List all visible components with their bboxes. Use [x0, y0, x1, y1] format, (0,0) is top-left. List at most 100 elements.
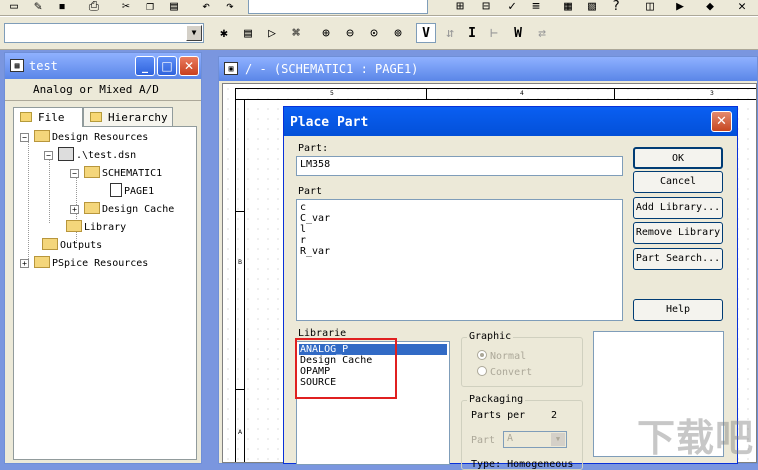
project-title: test	[29, 59, 58, 73]
back-annotate-icon[interactable]: ⊟	[476, 0, 496, 16]
undo-icon[interactable]: ↶	[196, 0, 216, 16]
schematic-title: / - (SCHEMATIC1 : PAGE1)	[245, 62, 419, 76]
open-file-icon[interactable]: ✎	[28, 0, 48, 16]
part-combo[interactable]	[248, 0, 428, 14]
remove-library-button[interactable]: Remove Library	[633, 222, 723, 244]
tab-hierarchy-label: Hierarchy	[108, 111, 168, 124]
current-marker-button[interactable]: I	[462, 23, 482, 43]
new-file-icon[interactable]: ▭	[4, 0, 24, 16]
tree-item-pspice-resources[interactable]: + PSpice Resources	[20, 255, 148, 273]
collapse-icon[interactable]: −	[70, 169, 79, 178]
drc-icon[interactable]: ✓	[502, 0, 522, 16]
add-library-button[interactable]: Add Library...	[633, 197, 723, 219]
convert-radio[interactable]: Convert	[477, 366, 532, 378]
run-sim-icon[interactable]: ▶	[670, 0, 690, 16]
tree-item-label: .\test.dsn	[76, 150, 137, 161]
zoom-all-icon[interactable]: ⊚	[388, 23, 408, 43]
main-toolbar: ▭ ✎ ▪ ⎙ ✂ ❐ ▤ ↶ ↷ ⊞ ⊟ ✓ ≡ ▦ ▧ ? ◫ ▶ ◆ ✕	[0, 0, 758, 16]
sim-settings-icon[interactable]: ◫	[640, 0, 660, 16]
tree-item-schematic[interactable]: − SCHEMATIC1	[70, 165, 162, 183]
tree-item-label: PAGE1	[124, 186, 155, 197]
help-button[interactable]: Help	[633, 299, 723, 321]
cut-icon[interactable]: ✂	[116, 0, 136, 16]
part-list-label: Part	[298, 186, 323, 197]
annotate-icon[interactable]: ⊞	[450, 0, 470, 16]
package-part-select[interactable]: A ▼	[503, 431, 567, 448]
part-input[interactable]: LM358	[296, 156, 623, 176]
tree-item-outputs[interactable]: Outputs	[42, 237, 102, 255]
run-icon[interactable]: ▷	[262, 23, 282, 43]
folder-open-icon	[84, 166, 100, 178]
netlist-combo[interactable]: ▼	[4, 23, 204, 43]
tree-item-design-resources[interactable]: − Design Resources	[20, 129, 148, 147]
design-file-icon	[58, 147, 74, 161]
graphic-group: Graphic Normal Convert	[461, 331, 583, 387]
markers-icon[interactable]: ◆	[700, 0, 720, 16]
close-icon[interactable]: ✕	[711, 111, 732, 132]
part-list-item[interactable]: r	[299, 235, 620, 246]
collapse-icon[interactable]: −	[20, 133, 29, 142]
part-search-button[interactable]: Part Search...	[633, 248, 723, 270]
close-icon[interactable]: ✕	[179, 56, 199, 76]
redo-icon[interactable]: ↷	[220, 0, 240, 16]
page-border-left: B A	[235, 99, 245, 462]
part-label: Part:	[298, 143, 329, 154]
netlist-icon[interactable]: ≡	[526, 0, 546, 16]
expand-icon[interactable]: +	[70, 205, 79, 214]
zone-label: A	[238, 429, 243, 436]
part-list-item[interactable]: R_var	[299, 246, 620, 257]
chevron-down-icon[interactable]: ▼	[186, 25, 202, 41]
help-icon[interactable]: ?	[606, 0, 626, 16]
zone-divider	[426, 89, 427, 99]
script-icon[interactable]: ⌘	[286, 23, 306, 43]
part-list-item[interactable]: C_var	[299, 213, 620, 224]
dialog-title: Place Part	[290, 115, 369, 130]
zoom-in-icon[interactable]: ⊕	[316, 23, 336, 43]
project-mode-label: Analog or Mixed A/D	[5, 79, 201, 101]
minimize-icon[interactable]: _	[135, 56, 155, 76]
zoom-area-icon[interactable]: ⊙	[364, 23, 384, 43]
parts-per-value: 2	[551, 410, 558, 421]
folder-icon	[20, 112, 32, 122]
folder-icon	[42, 238, 58, 250]
tab-file[interactable]: File	[13, 107, 83, 127]
package-part-label: Part	[471, 435, 496, 446]
ok-button[interactable]: OK	[633, 147, 723, 169]
cancel-button[interactable]: Cancel	[633, 171, 723, 193]
copy-icon[interactable]: ❐	[140, 0, 160, 16]
power-diff-marker-icon[interactable]: ⇄	[532, 23, 552, 43]
maximize-icon[interactable]: □	[157, 56, 177, 76]
table-icon[interactable]: ▤	[238, 23, 258, 43]
chevron-down-icon[interactable]: ▼	[551, 433, 565, 446]
save-icon[interactable]: ▪	[52, 0, 72, 16]
bom-icon[interactable]: ▦	[558, 0, 578, 16]
part-list-item[interactable]: c	[299, 202, 620, 213]
close-icon[interactable]: ✕	[732, 0, 752, 16]
part-list[interactable]: c C_var l r R_var	[296, 199, 623, 321]
current-into-pin-icon[interactable]: ⊢	[484, 23, 504, 43]
page-border-top: 5 4 3	[235, 88, 756, 100]
tree-item-library[interactable]: Library	[66, 219, 126, 237]
power-marker-button[interactable]: W	[508, 23, 528, 43]
hierarchy-icon	[90, 112, 102, 122]
annotation-highlight-box	[295, 338, 397, 399]
paste-icon[interactable]: ▤	[164, 0, 184, 16]
folder-icon	[84, 202, 100, 214]
expand-icon[interactable]: +	[20, 259, 29, 268]
tree-item-design-cache[interactable]: + Design Cache	[70, 201, 174, 219]
part-list-item[interactable]: l	[299, 224, 620, 235]
tree-item-page[interactable]: PAGE1	[110, 183, 154, 201]
voltage-diff-marker-icon[interactable]: ⇵	[440, 23, 460, 43]
collapse-icon[interactable]: −	[44, 151, 53, 160]
print-icon[interactable]: ⎙	[84, 0, 104, 16]
cross-ref-icon[interactable]: ▧	[582, 0, 602, 16]
place-part-icon[interactable]: ✱	[214, 23, 234, 43]
convert-radio-label: Convert	[490, 367, 533, 378]
zoom-out-icon[interactable]: ⊖	[340, 23, 360, 43]
tab-hierarchy[interactable]: Hierarchy	[83, 107, 173, 127]
folder-open-icon	[34, 130, 50, 142]
voltage-marker-button[interactable]: V	[416, 23, 436, 43]
project-tree: − Design Resources − .\test.dsn − SCHEMA…	[13, 126, 197, 460]
tree-item-design-file[interactable]: − .\test.dsn	[44, 147, 136, 165]
normal-radio[interactable]: Normal	[477, 350, 526, 362]
